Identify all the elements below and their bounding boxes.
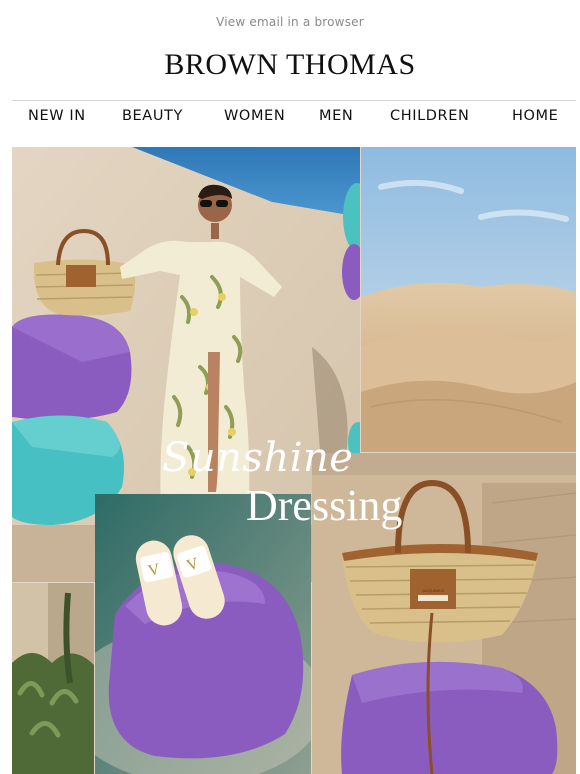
nav-item-women[interactable]: WOMEN (224, 108, 285, 124)
bag-brand-tag: JACQUEMUS (422, 589, 444, 593)
hero-banner[interactable]: JACQUEMUS V V Sunshine Dressing (12, 147, 576, 774)
nav-item-home[interactable]: HOME (512, 108, 558, 124)
headline-dressing: Dressing (246, 481, 403, 530)
nav-item-new-in[interactable]: NEW IN (28, 108, 86, 124)
garden-scene (12, 583, 94, 774)
sandals-scene: V V (95, 494, 311, 774)
sandals-photo-panel: V V (95, 494, 311, 774)
nav-item-children[interactable]: CHILDREN (390, 108, 469, 124)
dunes-scene (361, 147, 576, 452)
header-divider (12, 100, 576, 101)
nav-item-men[interactable]: MEN (319, 108, 353, 124)
brand-logo[interactable]: BROWN THOMAS (0, 48, 580, 82)
nav-item-beauty[interactable]: BEAUTY (122, 108, 183, 124)
main-nav: NEW IN BEAUTY WOMEN MEN CHILDREN HOME (0, 108, 580, 142)
garden-photo-panel (12, 583, 94, 774)
view-in-browser-link[interactable]: View email in a browser (0, 15, 580, 29)
desert-photo-panel (361, 147, 576, 452)
headline-sunshine: Sunshine (162, 435, 354, 481)
